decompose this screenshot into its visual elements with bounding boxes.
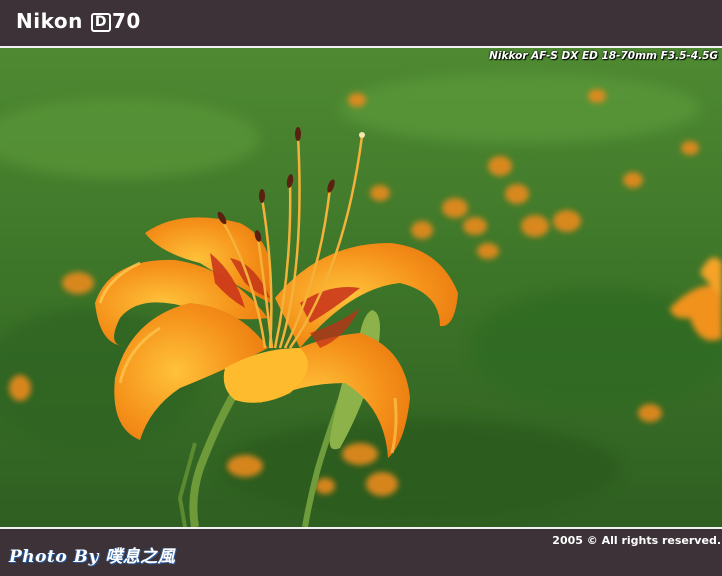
camera-brand-logo: Nikon D 70 <box>16 9 141 33</box>
photo: Nikkor AF-S DX ED 18-70mm F3.5-4.5G <box>0 48 722 527</box>
photographer-signature: Photo By 噗息之風 <box>9 547 176 567</box>
top-bar: Nikon D 70 <box>0 0 722 46</box>
daylily-photo <box>0 48 722 527</box>
copyright-notice: 2005 © All rights reserved. <box>552 534 721 547</box>
model-number: 70 <box>111 9 141 33</box>
lens-info: Nikkor AF-S DX ED 18-70mm F3.5-4.5G <box>489 50 718 62</box>
brand-name: Nikon <box>16 9 83 33</box>
bottom-bar: 2005 © All rights reserved. Photo By 噗息之… <box>0 529 722 576</box>
model-letter: D <box>90 13 111 32</box>
